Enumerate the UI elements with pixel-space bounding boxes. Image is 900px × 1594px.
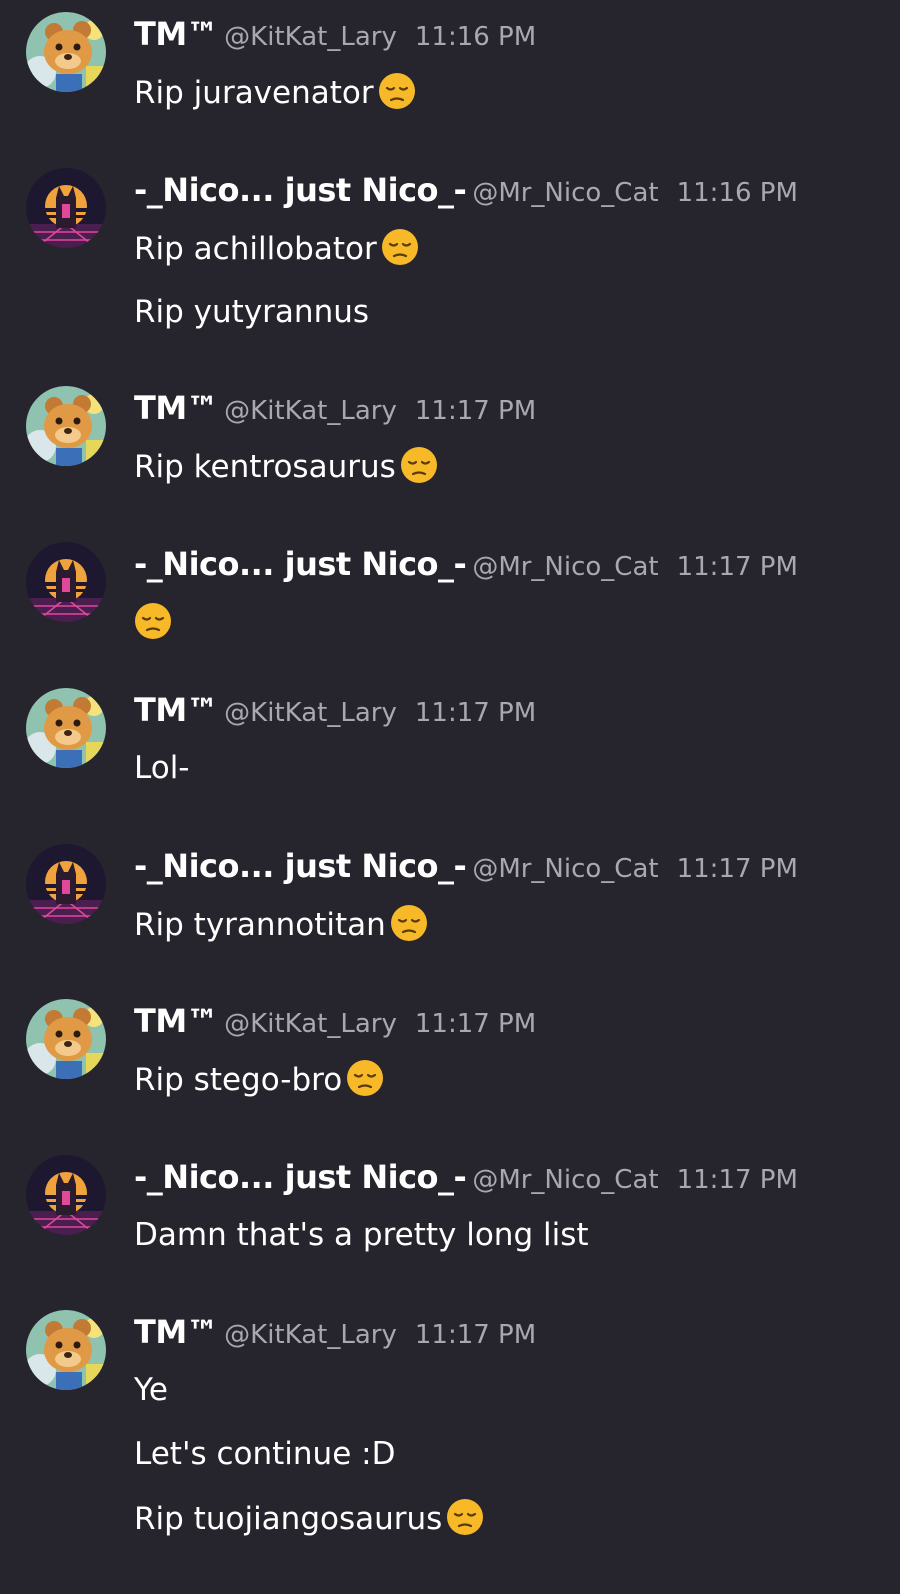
timestamp: 11:17 PM xyxy=(414,698,537,728)
bear-avatar-icon[interactable] xyxy=(26,999,106,1079)
message-line[interactable]: Rip kentrosaurus xyxy=(134,446,438,486)
message-text: Lol- xyxy=(134,750,190,786)
display-name[interactable]: -_Nico... just Nico_- xyxy=(134,847,467,885)
message-header: TM™ @KitKat_Lary 11:17 PM xyxy=(134,388,536,428)
cat-avatar-icon[interactable] xyxy=(26,542,106,622)
pensive-face-emoji-icon xyxy=(381,228,419,266)
message-text: Damn that's a pretty long list xyxy=(134,1217,589,1253)
pensive-face-emoji-icon xyxy=(390,904,428,942)
message-header: -_Nico... just Nico_- @Mr_Nico_Cat 11:17 P… xyxy=(134,544,798,584)
message-line[interactable]: Rip tyrannotitan xyxy=(134,904,428,944)
message-line[interactable]: Lol- xyxy=(134,748,190,788)
message-header: -_Nico... just Nico_- @Mr_Nico_Cat 11:17 P… xyxy=(134,846,798,886)
message-body: Damn that's a pretty long list xyxy=(134,1215,589,1279)
message-body: Rip tyrannotitan xyxy=(134,904,428,968)
display-name[interactable]: -_Nico... just Nico_- xyxy=(134,545,467,583)
user-handle[interactable]: @KitKat_Lary xyxy=(224,698,397,728)
display-name[interactable]: TM™ xyxy=(134,1313,219,1351)
user-handle[interactable]: @KitKat_Lary xyxy=(224,1009,397,1039)
message-text: Rip yutyrannus xyxy=(134,294,370,330)
user-handle[interactable]: @Mr_Nico_Cat xyxy=(472,552,658,582)
display-name[interactable]: TM™ xyxy=(134,691,219,729)
user-handle[interactable]: @KitKat_Lary xyxy=(224,1320,397,1350)
pensive-face-emoji-icon xyxy=(378,72,416,110)
message-header: TM™ @KitKat_Lary 11:16 PM xyxy=(134,14,536,54)
timestamp: 11:17 PM xyxy=(414,396,537,426)
user-handle[interactable]: @KitKat_Lary xyxy=(224,22,397,52)
message-line[interactable]: Rip achillobator xyxy=(134,228,419,268)
message-text: Rip stego-bro xyxy=(134,1062,343,1098)
message-text: Ye xyxy=(134,1372,168,1408)
message-text: Rip juravenator xyxy=(134,75,374,111)
bear-avatar-icon[interactable] xyxy=(26,12,106,92)
user-handle[interactable]: @Mr_Nico_Cat xyxy=(472,854,658,884)
message-line[interactable]: Ye xyxy=(134,1370,484,1410)
message-header: TM™ @KitKat_Lary 11:17 PM xyxy=(134,1001,536,1041)
display-name[interactable]: TM™ xyxy=(134,389,219,427)
display-name[interactable]: TM™ xyxy=(134,1002,219,1040)
message-line[interactable]: Rip stego-bro xyxy=(134,1059,384,1099)
message-body: Rip juravenator xyxy=(134,72,416,136)
message-header: -_Nico... just Nico_- @Mr_Nico_Cat 11:16 P… xyxy=(134,170,798,210)
message-line[interactable]: Rip tuojiangosaurus xyxy=(134,1498,484,1538)
display-name[interactable]: TM™ xyxy=(134,15,219,53)
bear-avatar-icon[interactable] xyxy=(26,386,106,466)
message-body: Rip stego-bro xyxy=(134,1059,384,1123)
cat-avatar-icon[interactable] xyxy=(26,1155,106,1235)
message-line[interactable]: Damn that's a pretty long list xyxy=(134,1215,589,1255)
message-body xyxy=(134,602,172,666)
message-line[interactable]: Rip juravenator xyxy=(134,72,416,112)
display-name[interactable]: -_Nico... just Nico_- xyxy=(134,1158,467,1196)
message-line[interactable] xyxy=(134,602,172,642)
message-text: Rip tyrannotitan xyxy=(134,907,386,943)
user-handle[interactable]: @KitKat_Lary xyxy=(224,396,397,426)
pensive-face-emoji-icon xyxy=(134,602,172,640)
timestamp: 11:16 PM xyxy=(414,22,537,52)
user-handle[interactable]: @Mr_Nico_Cat xyxy=(472,178,658,208)
timestamp: 11:17 PM xyxy=(676,1165,798,1195)
timestamp: 11:17 PM xyxy=(414,1009,537,1039)
message-body: Rip kentrosaurus xyxy=(134,446,438,510)
bear-avatar-icon[interactable] xyxy=(26,1310,106,1390)
message-text: Let's continue :D xyxy=(134,1436,396,1472)
cat-avatar-icon[interactable] xyxy=(26,844,106,924)
display-name[interactable]: -_Nico... just Nico_- xyxy=(134,171,467,209)
pensive-face-emoji-icon xyxy=(400,446,438,484)
timestamp: 11:17 PM xyxy=(414,1320,537,1350)
message-header: TM™ @KitKat_Lary 11:17 PM xyxy=(134,690,536,730)
pensive-face-emoji-icon xyxy=(346,1059,384,1097)
cat-avatar-icon[interactable] xyxy=(26,168,106,248)
bear-avatar-icon[interactable] xyxy=(26,688,106,768)
timestamp: 11:17 PM xyxy=(676,854,798,884)
message-line[interactable]: Let's continue :D xyxy=(134,1434,484,1474)
timestamp: 11:16 PM xyxy=(676,178,798,208)
message-body: Rip achillobator Rip yutyrannus xyxy=(134,228,419,356)
message-feed: TM™ @KitKat_Lary 11:16 PM Rip juravenator -_… xyxy=(0,0,900,1594)
message-text: Rip kentrosaurus xyxy=(134,449,396,485)
timestamp: 11:17 PM xyxy=(676,552,798,582)
message-header: -_Nico... just Nico_- @Mr_Nico_Cat 11:17 P… xyxy=(134,1157,798,1197)
message-header: TM™ @KitKat_Lary 11:17 PM xyxy=(134,1312,536,1352)
message-body: Ye Let's continue :D Rip tuojiangosaurus xyxy=(134,1370,484,1562)
message-text: Rip tuojiangosaurus xyxy=(134,1501,443,1537)
pensive-face-emoji-icon xyxy=(446,1498,484,1536)
message-body: Lol- xyxy=(134,748,190,812)
message-line[interactable]: Rip yutyrannus xyxy=(134,292,419,332)
user-handle[interactable]: @Mr_Nico_Cat xyxy=(472,1165,658,1195)
message-text: Rip achillobator xyxy=(134,231,377,267)
